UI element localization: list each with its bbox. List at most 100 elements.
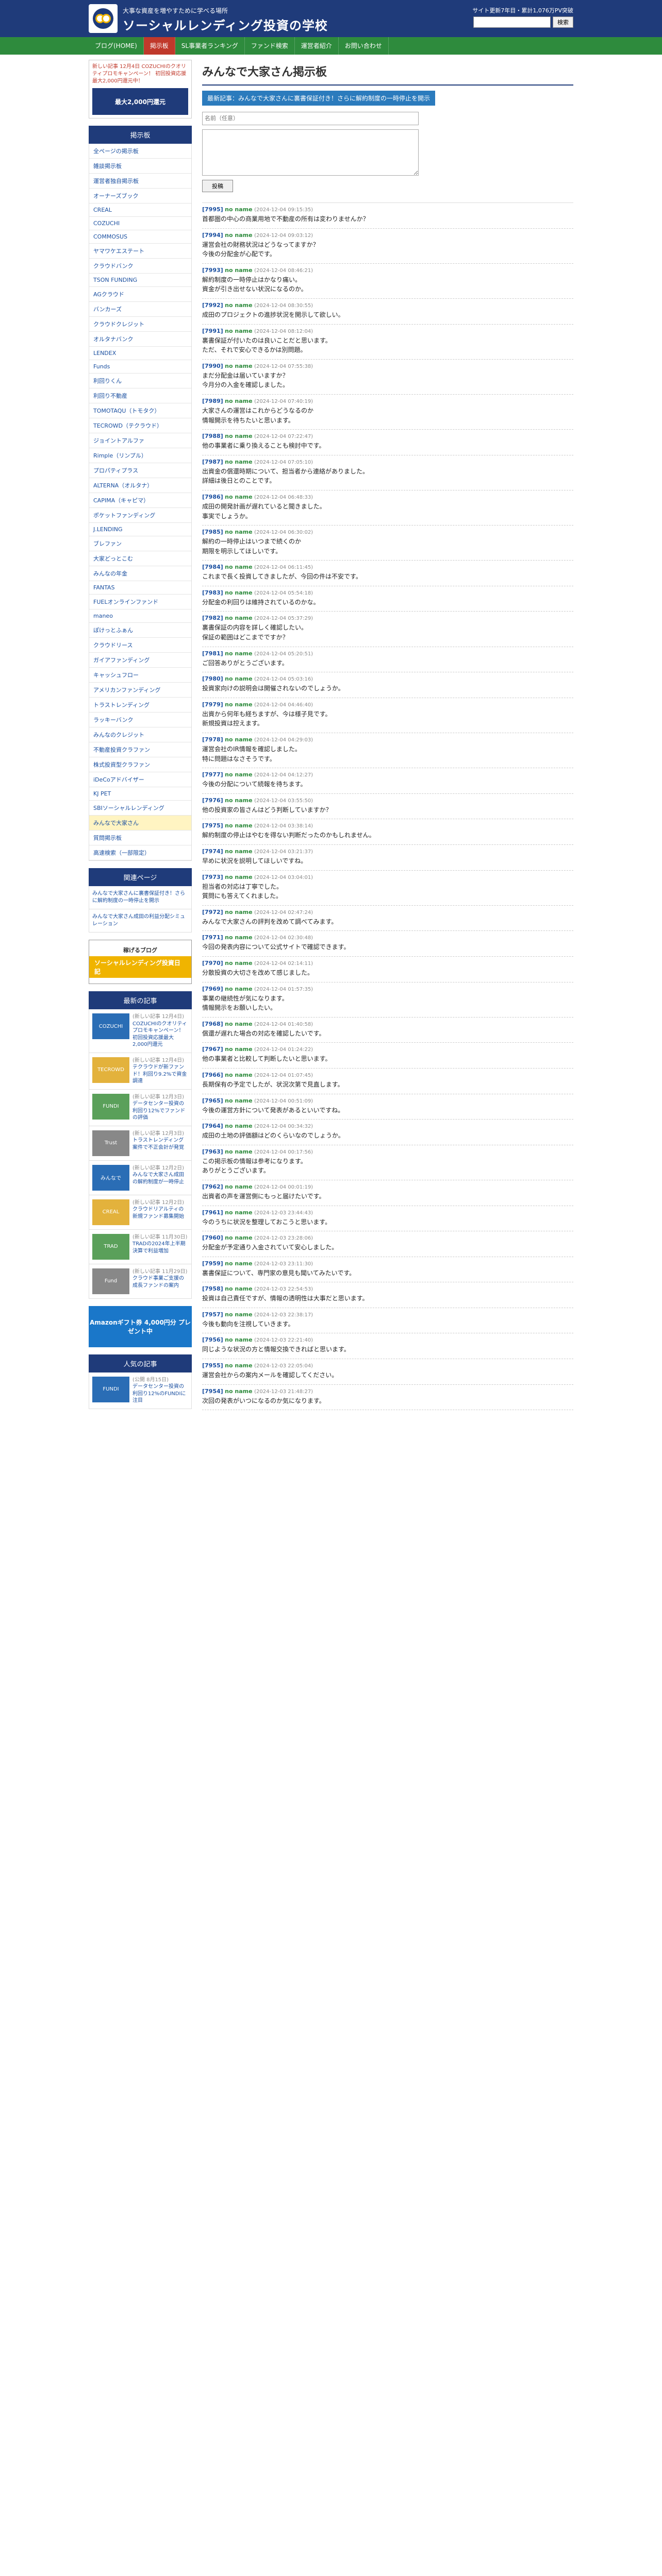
sidebar-board-link[interactable]: LENDEX	[89, 347, 191, 360]
article-title[interactable]: クラウドリアルティの新規ファンド募集開始	[133, 1207, 184, 1219]
article-title[interactable]: TRADの2024年上半期決算で利益増加	[133, 1241, 186, 1254]
post-number[interactable]: [7992]	[202, 302, 223, 309]
nav-item[interactable]: ブログ(HOME)	[89, 37, 144, 55]
sidebar-board-link[interactable]: 全ページの掲示板	[89, 144, 191, 159]
post-number[interactable]: [7973]	[202, 874, 223, 880]
post-number[interactable]: [7983]	[202, 589, 223, 596]
post-number[interactable]: [7990]	[202, 363, 223, 369]
sidebar-board-link[interactable]: ガイアファンディング	[89, 653, 191, 668]
post-number[interactable]: [7963]	[202, 1148, 223, 1155]
sidebar-board-link[interactable]: 利回りくん	[89, 374, 191, 388]
sidebar-board-link[interactable]: FANTAS	[89, 581, 191, 595]
sidebar-board-link[interactable]: KJ PET	[89, 787, 191, 801]
post-number[interactable]: [7958]	[202, 1285, 223, 1292]
post-number[interactable]: [7956]	[202, 1336, 223, 1343]
sidebar-board-link[interactable]: CAPIMA（キャピマ）	[89, 493, 191, 508]
nav-item[interactable]: 掲示板	[143, 37, 175, 55]
article-title[interactable]: トラストレンディング案件で不正会計が発覚	[133, 1138, 184, 1150]
article-item[interactable]: FUNDI (新しい記事 12月3日) データセンター投資の利回り12%でファンドの…	[89, 1089, 192, 1126]
sidebar-board-link[interactable]: iDeCoアドバイザー	[89, 772, 191, 787]
article-title[interactable]: テクラウドが新ファンド！利回り9.2%で資金調達	[133, 1064, 187, 1084]
post-number[interactable]: [7978]	[202, 736, 223, 743]
sidebar-board-link[interactable]: 運営者独自掲示板	[89, 174, 191, 189]
sidebar-board-link[interactable]: プロパティプラス	[89, 463, 191, 478]
post-number[interactable]: [7977]	[202, 771, 223, 778]
post-number[interactable]: [7976]	[202, 797, 223, 804]
sidebar-board-link[interactable]: ポケットファンディング	[89, 508, 191, 523]
post-number[interactable]: [7975]	[202, 822, 223, 829]
post-number[interactable]: [7967]	[202, 1046, 223, 1053]
post-number[interactable]: [7984]	[202, 564, 223, 570]
post-number[interactable]: [7994]	[202, 232, 223, 239]
post-number[interactable]: [7970]	[202, 960, 223, 967]
post-number[interactable]: [7982]	[202, 615, 223, 621]
post-number[interactable]: [7993]	[202, 267, 223, 274]
sidebar-board-link[interactable]: J.LENDING	[89, 523, 191, 536]
sidebar-board-link[interactable]: クラウドクレジット	[89, 317, 191, 332]
sidebar-board-link[interactable]: みんなのクレジット	[89, 727, 191, 742]
article-item[interactable]: Fund (新しい記事 11月29日) クラウド事業ご支援の成長ファンドの案内	[89, 1264, 192, 1299]
related-link[interactable]: みんなで大家さん成田の利益分配シミュレーション	[89, 909, 192, 933]
post-number[interactable]: [7961]	[202, 1209, 223, 1216]
post-number[interactable]: [7981]	[202, 650, 223, 657]
sidebar-board-link[interactable]: AGクラウド	[89, 287, 191, 302]
post-number[interactable]: [7995]	[202, 206, 223, 213]
sidebar-board-link[interactable]: TOMOTAQU（トモタク）	[89, 403, 191, 418]
sidebar-board-link[interactable]: 高速検索（一部限定）	[89, 845, 191, 860]
promo-banner[interactable]: Amazonギフト券 4,000円分 プレゼント中	[89, 1306, 192, 1347]
article-title[interactable]: データセンター投資の利回り12%のFUNDIに注目	[133, 1384, 186, 1403]
post-number[interactable]: [7987]	[202, 459, 223, 465]
sidebar-board-link[interactable]: Rimple（リンプル）	[89, 448, 191, 463]
post-number[interactable]: [7972]	[202, 909, 223, 916]
nav-item[interactable]: お問い合わせ	[339, 37, 389, 55]
article-title[interactable]: みんなで大家さん成田の解約制度が一時停止	[133, 1172, 184, 1185]
post-number[interactable]: [7980]	[202, 675, 223, 682]
sidebar-board-link[interactable]: Funds	[89, 360, 191, 374]
post-number[interactable]: [7960]	[202, 1234, 223, 1241]
sidebar-board-link[interactable]: ヤマワケエステート	[89, 244, 191, 259]
article-item[interactable]: みんなで (新しい記事 12月2日) みんなで大家さん成田の解約制度が一時停止	[89, 1160, 192, 1195]
article-title[interactable]: データセンター投資の利回り12%でファンドの評価	[133, 1101, 185, 1121]
post-number[interactable]: [7968]	[202, 1021, 223, 1027]
sidebar-board-link[interactable]: クラウドバンク	[89, 259, 191, 274]
sidebar-board-link[interactable]: CREAL	[89, 204, 191, 217]
article-item[interactable]: TECROWD (新しい記事 12月4日) テクラウドが新ファンド！利回り9.2%で…	[89, 1053, 192, 1090]
sidebar-ad[interactable]: 新しい記事 12月4日 COZUCHIのクオリティプロモキャンペーン！ 初回投資…	[89, 60, 192, 118]
submit-post-button[interactable]: 投稿	[202, 180, 233, 192]
post-number[interactable]: [7989]	[202, 398, 223, 404]
site-title[interactable]: ソーシャルレンディング投資の学校	[123, 15, 328, 33]
post-number[interactable]: [7964]	[202, 1123, 223, 1129]
sidebar-board-link[interactable]: COZUCHI	[89, 217, 191, 230]
post-number[interactable]: [7959]	[202, 1260, 223, 1267]
latest-topic-link[interactable]: 最新記事：みんなで大家さんに裏書保証付き！さらに解約制度の一時停止を開示	[202, 91, 436, 106]
post-number[interactable]: [7974]	[202, 848, 223, 855]
sidebar-board-link[interactable]: maneo	[89, 609, 191, 623]
sidebar-board-link[interactable]: バンカーズ	[89, 302, 191, 317]
sidebar-board-link[interactable]: ぽけっとふぁん	[89, 623, 191, 638]
sidebar-board-link[interactable]: 株式投資型クラファン	[89, 757, 191, 772]
search-input[interactable]	[473, 16, 551, 28]
sidebar-board-link[interactable]: ラッキーバンク	[89, 713, 191, 727]
sidebar-board-link[interactable]: キャッシュフロー	[89, 668, 191, 683]
nav-item[interactable]: SL事業者ランキング	[175, 37, 245, 55]
post-number[interactable]: [7966]	[202, 1072, 223, 1078]
sidebar-board-link[interactable]: アメリカンファンディング	[89, 683, 191, 698]
sidebar-board-link[interactable]: トラストレンディング	[89, 698, 191, 713]
nav-item[interactable]: ファンド検索	[245, 37, 295, 55]
message-field[interactable]	[202, 129, 419, 176]
post-number[interactable]: [7955]	[202, 1362, 223, 1369]
post-number[interactable]: [7971]	[202, 934, 223, 941]
sidebar-board-link[interactable]: 利回り不動産	[89, 388, 191, 403]
article-item[interactable]: COZUCHI (新しい記事 12月4日) COZUCHIのクオリティプロモキャンペ…	[89, 1009, 192, 1053]
sidebar-board-link[interactable]: オーナーズブック	[89, 189, 191, 204]
related-link[interactable]: みんなで大家さんに裏書保証付き！さらに解約制度の一時停止を開示	[89, 886, 192, 909]
post-number[interactable]: [7957]	[202, 1311, 223, 1318]
post-number[interactable]: [7979]	[202, 701, 223, 708]
sidebar-board-link[interactable]: SBIソーシャルレンディング	[89, 801, 191, 816]
post-number[interactable]: [7965]	[202, 1097, 223, 1104]
article-item[interactable]: TRAD (新しい記事 11月30日) TRADの2024年上半期決算で利益増加	[89, 1229, 192, 1264]
owl-logo-icon[interactable]	[89, 4, 118, 33]
sidebar-board-link[interactable]: TECROWD（テクラウド）	[89, 418, 191, 433]
sidebar-board-link[interactable]: FUELオンラインファンド	[89, 595, 191, 609]
sidebar-board-link[interactable]: みんなで大家さん	[89, 816, 191, 831]
